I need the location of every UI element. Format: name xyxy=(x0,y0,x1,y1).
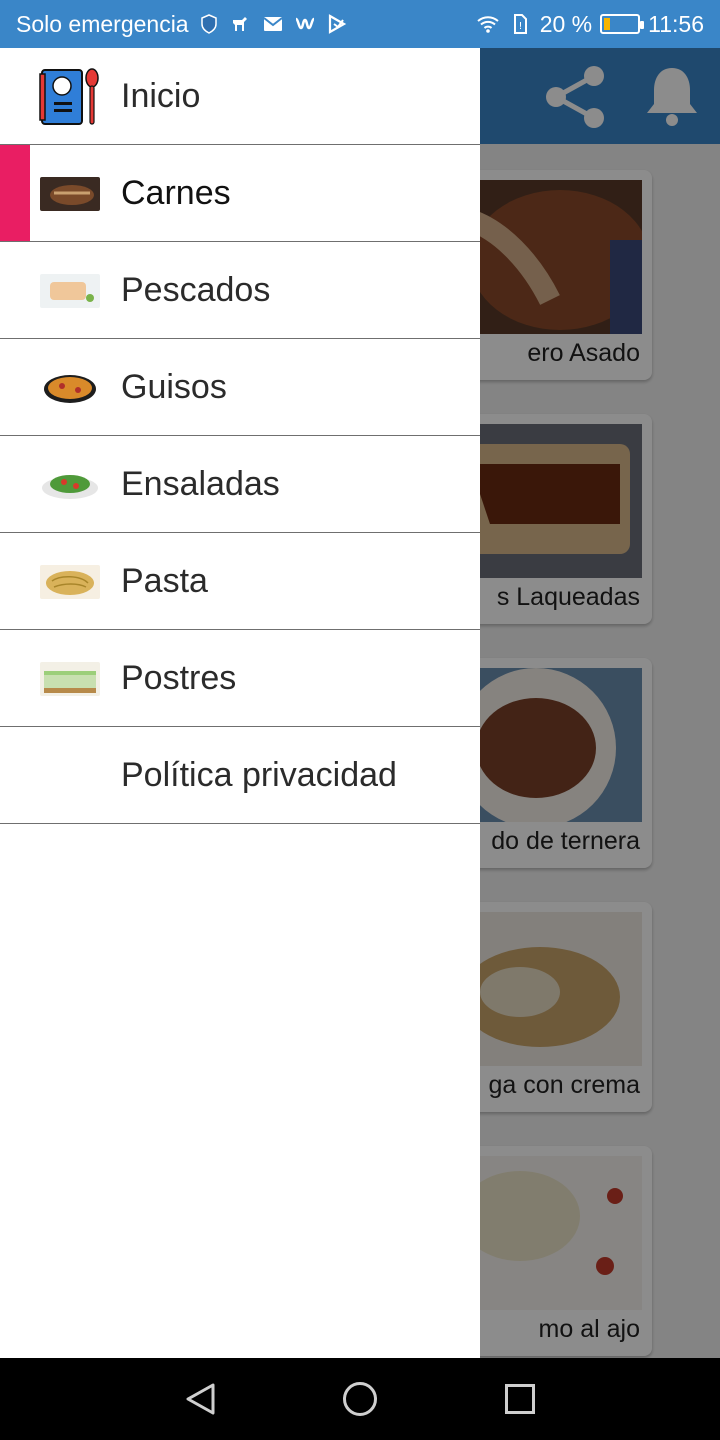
svg-text:!: ! xyxy=(518,21,522,32)
battery-icon xyxy=(600,14,645,34)
drawer-item-guisos[interactable]: Guisos xyxy=(0,339,480,436)
drawer-item-label: Pescados xyxy=(121,270,271,309)
w-icon xyxy=(295,17,315,30)
clock: 11:56 xyxy=(648,10,704,37)
wifi-icon xyxy=(477,16,499,33)
shield-icon xyxy=(200,14,217,34)
play-icon xyxy=(328,14,346,34)
drawer-item-label: Postres xyxy=(121,658,237,697)
drawer-item-carnes[interactable]: Carnes xyxy=(0,145,480,242)
drawer-item-label: Inicio xyxy=(121,76,201,115)
fish-thumbnail xyxy=(40,274,100,308)
battery-percent: 20 % xyxy=(539,10,593,37)
salad-thumbnail xyxy=(40,468,100,502)
drawer-item-label: Pasta xyxy=(121,561,208,600)
drawer-item-ensaladas[interactable]: Ensaladas xyxy=(0,436,480,533)
system-nav-bar xyxy=(0,1358,720,1440)
runner-icon xyxy=(232,17,247,31)
back-icon[interactable] xyxy=(184,1382,218,1416)
drawer-item-label: Carnes xyxy=(121,173,231,212)
sim-icon: ! xyxy=(513,14,527,34)
recipe-book-icon xyxy=(39,68,99,125)
drawer-item-postres[interactable]: Postres xyxy=(0,630,480,727)
drawer-item-inicio[interactable]: Inicio xyxy=(0,48,480,145)
drawer-item-label: Ensaladas xyxy=(121,464,280,503)
carrier-text: Solo emergencia xyxy=(16,10,189,37)
drawer-item-label: Guisos xyxy=(121,367,227,406)
mail-icon xyxy=(262,17,283,31)
home-icon[interactable] xyxy=(343,1382,377,1416)
meat-thumbnail xyxy=(40,177,100,211)
cake-thumbnail xyxy=(40,662,100,696)
status-bar: Solo emergencia ! 20 % 11:56 xyxy=(0,0,720,48)
drawer-item-privacidad[interactable]: Política privacidad xyxy=(0,727,480,824)
navigation-drawer: Inicio Carnes Pescados Guisos Ensaladas … xyxy=(0,48,480,1358)
recents-icon[interactable] xyxy=(505,1384,535,1414)
drawer-item-pescados[interactable]: Pescados xyxy=(0,242,480,339)
selected-indicator xyxy=(0,145,30,241)
drawer-item-pasta[interactable]: Pasta xyxy=(0,533,480,630)
paella-thumbnail xyxy=(40,371,100,405)
pasta-thumbnail xyxy=(40,565,100,599)
drawer-item-label: Política privacidad xyxy=(121,755,397,794)
